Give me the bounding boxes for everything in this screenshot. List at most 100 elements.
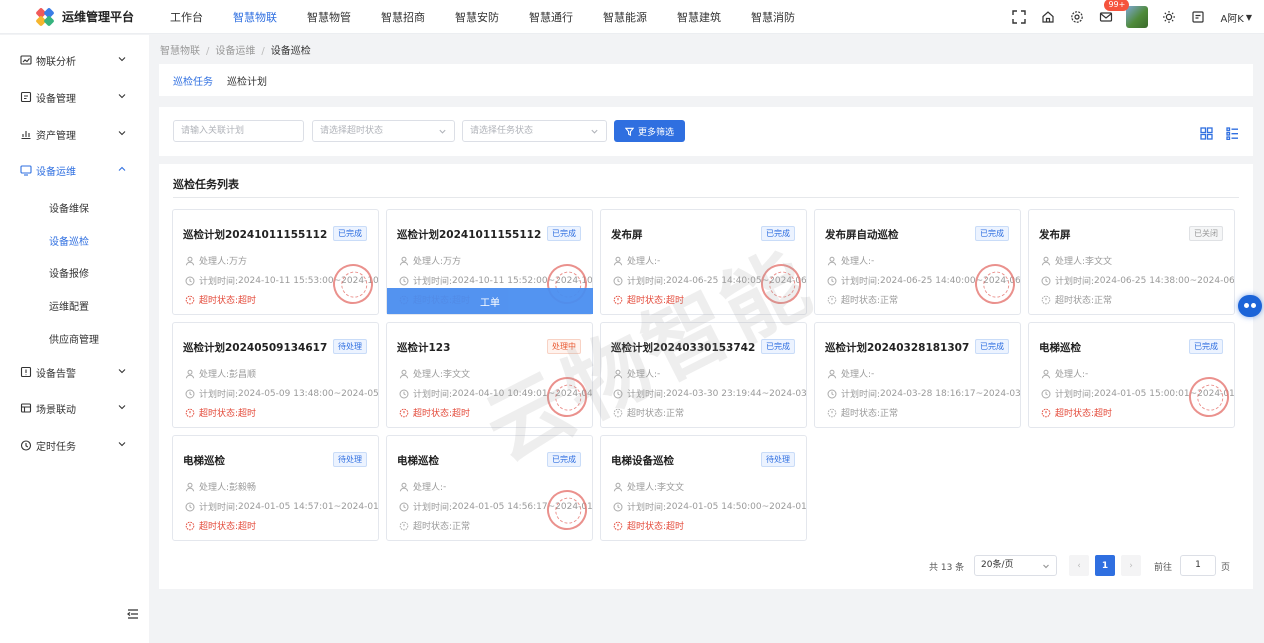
theme-sun-icon[interactable] <box>1161 9 1177 25</box>
sidebar-subitem[interactable]: 设备维保 <box>49 200 89 215</box>
timeout-label: 超时状态: <box>627 409 667 419</box>
plan-time-label: 计划时间: <box>199 390 239 400</box>
page-button-current[interactable]: 1 <box>1095 555 1115 576</box>
page-size-select[interactable]: 20条/页 <box>974 555 1057 576</box>
collapse-menu-icon[interactable] <box>127 608 139 620</box>
sidebar-item-label: 设备管理 <box>36 93 76 105</box>
task-card[interactable]: 发布屏自动巡检 已完成 处理人: - 计划时间: 2024-06-25 14:40:0… <box>814 209 1021 315</box>
sidebar-item[interactable]: 场景联动 <box>0 396 149 420</box>
home-icon[interactable] <box>1040 9 1056 25</box>
prev-page-button[interactable]: ‹ <box>1069 555 1089 576</box>
grid-view-icon[interactable] <box>1200 127 1213 140</box>
task-card[interactable]: 电梯巡检 已完成 处理人: - 计划时间: 2024-01-05 15:00:01~2… <box>1028 322 1235 428</box>
sidebar-subitem[interactable]: 运维配置 <box>49 298 89 313</box>
next-page-button[interactable]: › <box>1121 555 1141 576</box>
user-icon <box>399 369 409 378</box>
timeout-value: 正常 <box>880 296 899 306</box>
timer-icon <box>613 521 623 530</box>
chevron-down-icon <box>118 442 126 447</box>
sidebar-item-label: 资产管理 <box>36 130 76 142</box>
plan-search-input[interactable]: 请输入关联计划 <box>173 120 304 142</box>
task-card[interactable]: 发布屏 已完成 处理人: - 计划时间: 2024-06-25 14:40:05~20… <box>600 209 807 315</box>
timeout-value: 正常 <box>666 409 685 419</box>
mail-icon[interactable]: 99+ <box>1098 0 1130 25</box>
settings-icon[interactable] <box>1069 9 1085 25</box>
sidebar-item[interactable]: 定时任务 <box>0 433 149 457</box>
breadcrumb-item[interactable]: 智慧物联 <box>160 46 200 57</box>
task-card[interactable]: 电梯巡检 已完成 处理人: - 计划时间: 2024-01-05 14:56:17~2… <box>386 435 593 541</box>
overdue-stamp-icon <box>1183 371 1234 423</box>
page-number: 1 <box>1101 560 1109 571</box>
clock-icon <box>827 389 837 398</box>
chevron-down-icon <box>118 405 126 410</box>
task-card[interactable]: 巡检计划20240330153742 已完成 处理人: - 计划时间: 2024-03… <box>600 322 807 428</box>
app-title: 运维管理平台 <box>62 10 135 24</box>
more-filters-button[interactable]: 更多筛选 <box>614 120 685 142</box>
task-card-title: 电梯巡检 <box>1039 342 1081 354</box>
task-card[interactable]: 巡检计划20240328181307 已完成 处理人: - 计划时间: 2024-03… <box>814 322 1021 428</box>
message-icon[interactable] <box>1190 9 1206 25</box>
top-nav-item[interactable]: 智慧安防 <box>455 9 499 25</box>
handler-row: 处理人: 彭毅畅 <box>185 480 256 493</box>
task-card[interactable]: 巡检计123 处理中 处理人: 李文文 计划时间: 2024-04-10 10:49:… <box>386 322 593 428</box>
task-card[interactable]: 发布屏 已关闭 处理人: 李文文 计划时间: 2024-06-25 14:38:00~… <box>1028 209 1235 315</box>
top-nav-item[interactable]: 智慧消防 <box>751 9 795 25</box>
goto-page-input[interactable]: 1 <box>1180 555 1216 576</box>
sidebar: 物联分析设备管理资产管理设备运维设备告警场景联动定时任务 设备维保设备巡检设备报修… <box>0 35 149 643</box>
task-card-title: 巡检计划20241011155112 <box>397 229 542 241</box>
handler-row: 处理人: 李文文 <box>399 367 470 380</box>
fullscreen-icon[interactable] <box>1011 9 1027 25</box>
sidebar-subitem[interactable]: 设备巡检 <box>49 233 89 248</box>
plan-time-value: 2024-06-25 14:38:00~2024-06-25 14:38:00 <box>1094 275 1235 286</box>
top-nav-item[interactable]: 工作台 <box>170 9 203 25</box>
task-card[interactable]: 巡检计划20241011155112 已完成 处理人: 万方 计划时间: 2024-1… <box>172 209 379 315</box>
page-size-value: 20条/页 <box>981 560 1014 570</box>
sidebar-subitem[interactable]: 设备报修 <box>49 265 89 280</box>
sidebar-item[interactable]: 设备管理 <box>0 85 149 109</box>
assistant-robot-icon[interactable] <box>1238 295 1262 317</box>
top-nav-item[interactable]: 智慧物联 <box>233 9 277 25</box>
task-card[interactable]: 电梯巡检 待处理 处理人: 彭毅畅 计划时间: 2024-01-05 14:57:01… <box>172 435 379 541</box>
breadcrumb: 智慧物联 / 设备运维 / 设备巡检 <box>160 42 311 57</box>
timer-icon <box>399 521 409 530</box>
sidebar-item-label: 设备告警 <box>36 368 76 380</box>
top-nav-item[interactable]: 智慧能源 <box>603 9 647 25</box>
task-card[interactable]: 巡检计划20240509134617 待处理 处理人: 彭昌顺 计划时间: 2024-… <box>172 322 379 428</box>
sidebar-item-label: 物联分析 <box>36 56 76 68</box>
sidebar-item[interactable]: 设备运维 <box>0 158 149 182</box>
top-nav-item[interactable]: 智慧招商 <box>381 9 425 25</box>
chevron-down-icon <box>1043 564 1049 569</box>
clock-icon <box>613 276 623 285</box>
task-card[interactable]: 电梯设备巡检 待处理 处理人: 李文文 计划时间: 2024-01-05 14:50:… <box>600 435 807 541</box>
avatar[interactable] <box>1126 6 1149 28</box>
tab[interactable]: 巡检任务 <box>173 73 213 88</box>
top-nav-item[interactable]: 智慧通行 <box>529 9 573 25</box>
user-icon <box>185 256 195 265</box>
clock-icon <box>399 389 409 398</box>
sidebar-item[interactable]: 设备告警 <box>0 360 149 384</box>
work-order-popup[interactable]: 工单 <box>387 288 593 314</box>
pagination-total: 共 13 条 <box>929 563 965 573</box>
task-status-select[interactable]: 请选择任务状态 <box>462 120 607 142</box>
handler-value: 彭毅畅 <box>229 483 257 493</box>
breadcrumb-item[interactable]: 设备运维 <box>215 46 255 57</box>
sidebar-subitem[interactable]: 供应商管理 <box>49 331 99 346</box>
timeout-label: 超时状态: <box>199 409 239 419</box>
top-nav-item[interactable]: 智慧建筑 <box>677 9 721 25</box>
tab[interactable]: 巡检计划 <box>227 73 267 88</box>
sidebar-item[interactable]: 物联分析 <box>0 48 149 72</box>
user-menu[interactable]: A阿K ▼ <box>1220 10 1252 25</box>
handler-value: 彭昌顺 <box>229 370 257 380</box>
logo[interactable]: 运维管理平台 <box>0 6 160 27</box>
top-nav-item[interactable]: 智慧物管 <box>307 9 351 25</box>
plan-time-label: 计划时间: <box>1055 390 1095 400</box>
plan-time-row: 计划时间: 2024-05-09 13:48:00~2024-05-09 13:… <box>185 387 378 400</box>
plan-time-label: 计划时间: <box>627 277 667 287</box>
timeout-status-select[interactable]: 请选择超时状态 <box>312 120 455 142</box>
breadcrumb-separator: / <box>261 46 265 57</box>
sidebar-item[interactable]: 资产管理 <box>0 122 149 146</box>
list-view-icon[interactable] <box>1226 127 1239 140</box>
more-filters-label: 更多筛选 <box>637 127 674 138</box>
user-name: A阿K <box>1220 13 1244 25</box>
task-card-title: 巡检计划20240509134617 <box>183 342 328 354</box>
